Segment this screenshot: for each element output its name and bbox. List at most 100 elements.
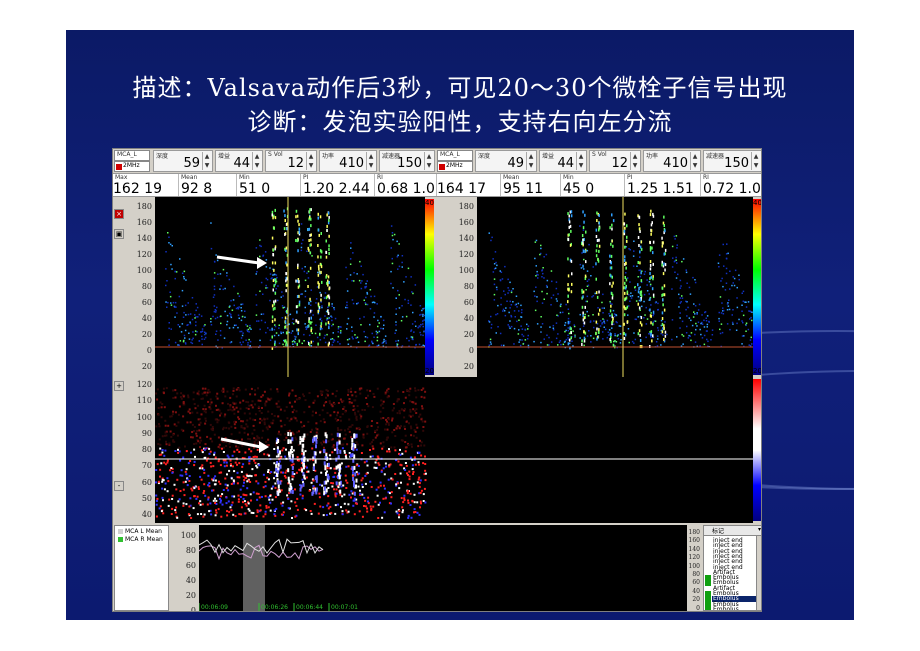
axis-tick-label: 20 bbox=[141, 330, 152, 339]
axis-tick-label: 70 bbox=[141, 461, 152, 471]
axis-tick-label: 60 bbox=[141, 298, 152, 307]
minus-icon[interactable]: - bbox=[114, 481, 124, 491]
trend-time-label: 00:06:09 bbox=[201, 604, 228, 611]
axis-tick-label: 140 bbox=[136, 234, 152, 243]
spin-arrows-icon: ▲ ▼ bbox=[630, 152, 639, 170]
spectrum-axis-right: 180 160 140 120 100 80 60 40 20 0 20 bbox=[435, 197, 477, 377]
max-value-left: 162 19 bbox=[113, 181, 162, 197]
event-list-scrollbar[interactable] bbox=[756, 536, 761, 610]
axis-tick-label: 180 bbox=[458, 202, 474, 211]
power-stepper-left[interactable]: 功率 410 ▲ ▼ bbox=[319, 150, 377, 172]
event-axis: 180 160 140 120 100 80 60 40 20 0 bbox=[687, 525, 703, 611]
colorbar-min-left: 20 bbox=[425, 367, 434, 375]
probe-indicator-icon bbox=[439, 164, 445, 170]
axis-tick-label: 20 bbox=[141, 362, 152, 371]
gain-stepper-left[interactable]: 增益 44 ▲ ▼ bbox=[215, 150, 263, 172]
axis-tick-label: 140 bbox=[458, 234, 474, 243]
spin-arrows-icon: ▲ ▼ bbox=[424, 152, 433, 170]
metrics-row: Max 162 19 Mean 92 8 Min 51 0 PI 1.20 2.44 R… bbox=[113, 173, 761, 197]
doppler-spectrum-right[interactable] bbox=[477, 197, 753, 377]
depth-stepper-right[interactable]: 深度 49 ▲ ▼ bbox=[475, 150, 537, 172]
svol-stepper-left[interactable]: S Vol 12 ▲ ▼ bbox=[265, 150, 317, 172]
gain-stepper-right[interactable]: 增益 44 ▲ ▼ bbox=[539, 150, 587, 172]
trend-axis-tick: 100 bbox=[180, 531, 196, 540]
axis-tick-label: 100 bbox=[136, 412, 152, 422]
color-scale-left bbox=[425, 199, 434, 375]
depth-stepper-left[interactable]: 深度 59 ▲ ▼ bbox=[153, 150, 213, 172]
channel-select-right[interactable]: MCA_L bbox=[437, 150, 473, 161]
trend-axis-tick: 60 bbox=[185, 561, 196, 570]
trend-axis-tick: 20 bbox=[185, 591, 196, 600]
event-axis-tick: 40 bbox=[692, 587, 700, 595]
probe-select-right[interactable]: 2MHz bbox=[437, 161, 473, 172]
axis-tick-label: 120 bbox=[136, 380, 152, 389]
channel-select-left[interactable]: MCA_L bbox=[114, 150, 150, 161]
axis-tick-label: 120 bbox=[458, 250, 474, 259]
close-icon[interactable]: × bbox=[114, 209, 124, 219]
event-list-header[interactable]: 标记 ▾ bbox=[704, 526, 761, 536]
axis-tick-label: 80 bbox=[463, 282, 474, 291]
slide-title-line-2: 诊断：发泡实验阳性，支持右向左分流 bbox=[247, 108, 673, 136]
mean-value-right: 95 11 bbox=[503, 181, 544, 197]
trend-axis-tick: 80 bbox=[185, 546, 196, 555]
annotation-arrow-icon bbox=[216, 255, 267, 269]
event-list-item[interactable]: Embolus bbox=[713, 606, 739, 610]
event-marker-list[interactable]: 标记 ▾ inject end inject end inject end inject… bbox=[703, 525, 761, 611]
selected-time-range bbox=[243, 525, 265, 611]
m-mode-display[interactable] bbox=[155, 377, 753, 523]
event-axis-tick: 180 bbox=[688, 529, 700, 536]
axis-tick-label: 0 bbox=[146, 346, 152, 355]
axis-tick-label: 120 bbox=[136, 250, 152, 259]
axis-tick-label: 80 bbox=[141, 282, 152, 291]
trend-time-label: 00:06:44 bbox=[296, 604, 323, 611]
axis-tick-label: 160 bbox=[136, 218, 152, 227]
spin-arrows-icon: ▲ ▼ bbox=[526, 152, 535, 170]
trend-panel: MCA L Mean MCA R Mean 100 80 60 40 20 0 00:06… bbox=[113, 523, 761, 611]
mean-velocity-trend-chart[interactable]: 00:06:09 00:06:26 00:06:44 00:07:01 bbox=[198, 525, 687, 611]
plus-icon[interactable]: + bbox=[114, 381, 124, 391]
spin-arrows-icon: ▲ ▼ bbox=[306, 152, 315, 170]
ri-value-right: 0.72 1.0 bbox=[703, 181, 761, 197]
axis-tick-label: 40 bbox=[141, 314, 152, 323]
spin-arrows-icon: ▲ ▼ bbox=[202, 152, 211, 170]
slide-title-line-1: 描述：Valsava动作后3秒，可见20～30个微栓子信号出现 bbox=[132, 74, 788, 102]
legend-swatch bbox=[118, 537, 123, 542]
mmode-axis: + - 120 110 100 90 80 70 60 50 40 bbox=[113, 377, 155, 523]
axis-tick-label: 60 bbox=[141, 477, 152, 487]
event-axis-tick: 80 bbox=[692, 571, 700, 578]
colorbar-max-left: 40 bbox=[425, 199, 434, 207]
axis-tick-label: 50 bbox=[141, 493, 152, 503]
axis-tick-label: 100 bbox=[458, 266, 474, 275]
trend-time-label: 00:06:26 bbox=[261, 604, 288, 611]
colorbar-max-right: 40 bbox=[753, 199, 762, 207]
axis-tick-label: 20 bbox=[463, 362, 474, 371]
axis-tick-label: 160 bbox=[458, 218, 474, 227]
probe-select-left[interactable]: 2MHz bbox=[114, 161, 150, 172]
min-value-left: 51 0 bbox=[239, 181, 271, 197]
axis-tick-label: 100 bbox=[136, 266, 152, 275]
spin-arrows-icon: ▲ ▼ bbox=[252, 152, 261, 170]
annotation-arrow-icon bbox=[220, 437, 269, 453]
event-axis-tick: 0 bbox=[696, 604, 700, 612]
trend-time-label: 00:07:01 bbox=[331, 604, 358, 611]
filter-stepper-right[interactable]: 减速器 150 ▲ ▼ bbox=[703, 150, 761, 172]
axis-tick-label: 90 bbox=[141, 428, 152, 438]
color-scale-right bbox=[753, 199, 761, 375]
doppler-spectrum-left[interactable] bbox=[155, 197, 425, 377]
tcd-software-screenshot: MCA_L 2MHz 深度 59 ▲ ▼ 增益 44 ▲ ▼ S Vol 12 ▲ ▼ 功率 410… bbox=[112, 148, 762, 612]
settings-icon[interactable]: ▣ bbox=[114, 229, 124, 239]
legend-swatch bbox=[118, 529, 123, 534]
event-axis-tick: 140 bbox=[688, 545, 700, 553]
trend-axis-tick: 40 bbox=[185, 576, 196, 585]
event-color-swatch bbox=[705, 606, 711, 610]
ri-value-left: 0.68 1.0 bbox=[377, 181, 435, 197]
power-stepper-right[interactable]: 功率 410 ▲ ▼ bbox=[643, 150, 701, 172]
parameter-toolbar: MCA_L 2MHz 深度 59 ▲ ▼ 增益 44 ▲ ▼ S Vol 12 ▲ ▼ 功率 410… bbox=[113, 149, 761, 173]
mean-value-left: 92 8 bbox=[181, 181, 213, 197]
spectrum-axis-left: × ▣ 180 160 140 120 100 80 60 40 20 0 20 bbox=[113, 197, 155, 377]
pi-value-right: 1.25 1.51 bbox=[627, 181, 694, 197]
trend-legend: MCA L Mean MCA R Mean bbox=[114, 525, 169, 611]
filter-stepper-left[interactable]: 减速器 150 ▲ ▼ bbox=[379, 150, 435, 172]
svol-stepper-right[interactable]: S Vol 12 ▲ ▼ bbox=[589, 150, 641, 172]
axis-tick-label: 40 bbox=[463, 314, 474, 323]
